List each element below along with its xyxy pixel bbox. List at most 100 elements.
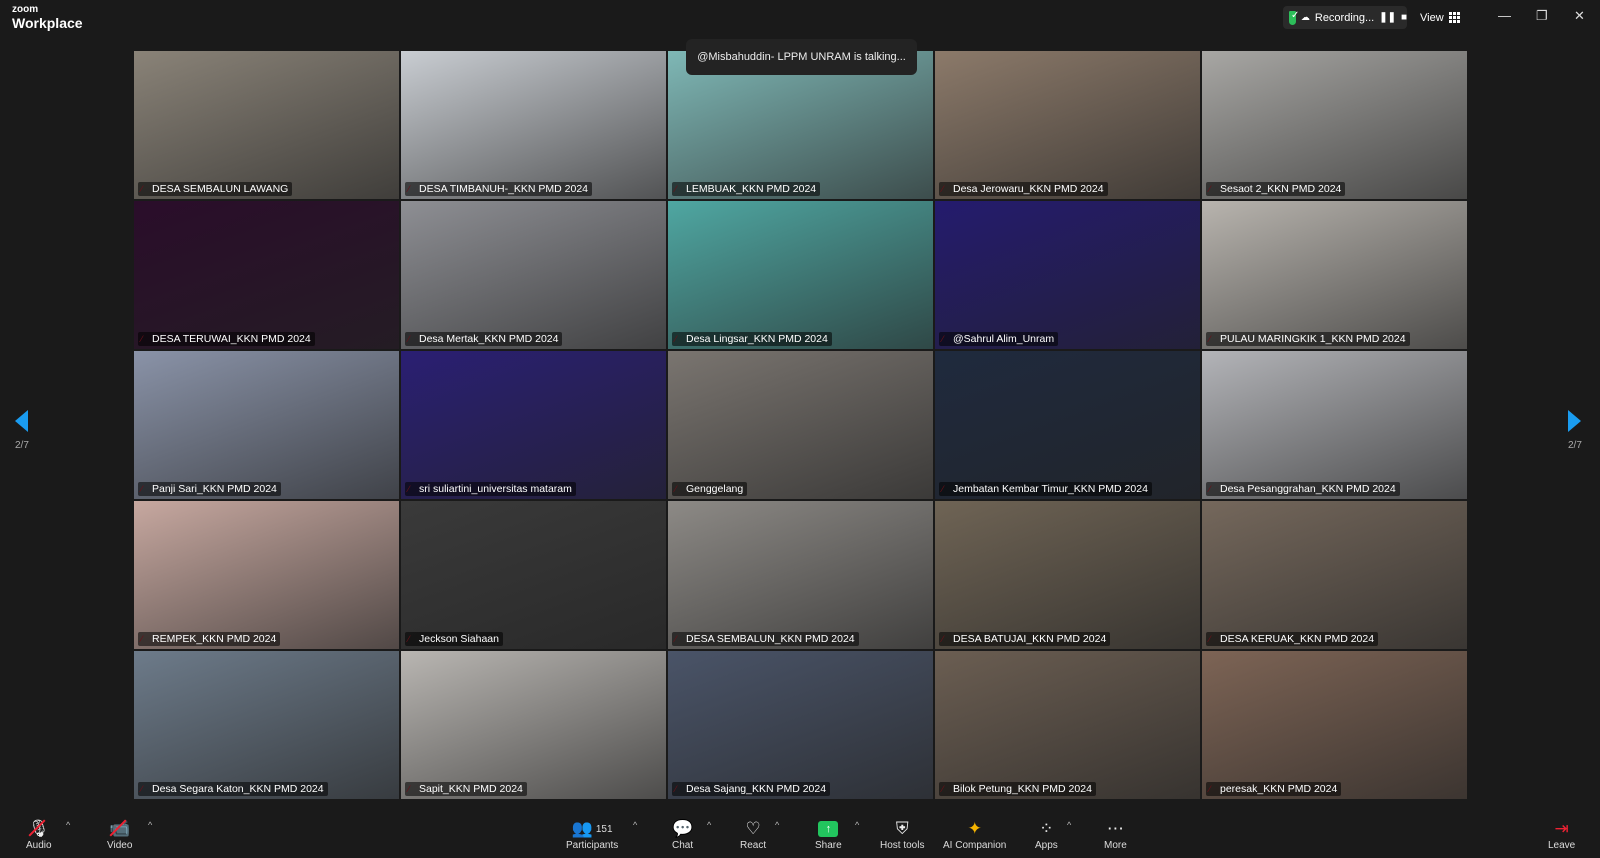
active-speaker-banner: @Misbahuddin- LPPM UNRAM is talking... [686, 39, 917, 75]
brand-name: Workplace [12, 15, 83, 31]
next-page-arrow-icon[interactable] [1568, 410, 1582, 432]
more-button[interactable]: ⋯ More [1104, 818, 1127, 851]
host-tools-button[interactable]: ⛨ Host tools [880, 818, 924, 851]
apps-label: Apps [1035, 840, 1058, 851]
encryption-shield-icon [1289, 10, 1299, 25]
participant-name: PULAU MARINGKIK 1_KKN PMD 2024 [1206, 332, 1410, 346]
share-screen-icon: ↑ [818, 821, 839, 837]
cloud-record-icon: ☁ [1300, 12, 1310, 22]
audio-button[interactable]: 🎙 Audio [26, 818, 52, 851]
participant-tile[interactable]: ⁄Panji Sari_KKN PMD 2024 [133, 350, 400, 500]
video-label: Video [107, 840, 133, 851]
participant-name: LEMBUAK_KKN PMD 2024 [672, 182, 821, 196]
participant-tile[interactable]: ⁄Desa Segara Katon_KKN PMD 2024 [133, 650, 400, 800]
view-label: View [1420, 11, 1444, 24]
next-page[interactable]: 2/7 [1568, 410, 1582, 451]
participants-label: Participants [566, 840, 619, 851]
participant-tile[interactable]: ⁄Sesaot 2_KKN PMD 2024 [1201, 50, 1468, 200]
participant-tile[interactable]: ⁄DESA TERUWAI_KKN PMD 2024 [133, 200, 400, 350]
participant-tile[interactable]: ⁄DESA BATUJAI_KKN PMD 2024 [934, 500, 1201, 650]
leave-label: Leave [1548, 840, 1576, 851]
participant-tile[interactable]: ⁄Jeckson Siahaan [400, 500, 667, 650]
prev-page-arrow-icon[interactable] [15, 410, 29, 432]
recording-label: Recording... [1314, 11, 1375, 24]
participant-tile[interactable]: ⁄Genggelang [667, 350, 934, 500]
participant-tile[interactable]: ⁄Desa Jerowaru_KKN PMD 2024 [934, 50, 1201, 200]
participant-tile[interactable]: ⁄Desa Mertak_KKN PMD 2024 [400, 200, 667, 350]
prev-page[interactable]: 2/7 [15, 410, 29, 451]
grid-view-icon [1448, 12, 1460, 23]
participant-name: sri suliartini_universitas mataram [405, 482, 576, 496]
participant-tile[interactable]: ⁄Desa Lingsar_KKN PMD 2024 [667, 200, 934, 350]
participant-name: Desa Lingsar_KKN PMD 2024 [672, 332, 832, 346]
ai-companion-label: AI Companion [943, 840, 1007, 851]
react-button[interactable]: ♡ React [740, 818, 766, 851]
leave-button[interactable]: ⇥ Leave [1548, 818, 1575, 851]
share-button[interactable]: ↑ Share [815, 818, 842, 851]
pause-recording-icon[interactable]: ❚❚ [1379, 12, 1396, 23]
close-icon[interactable]: ✕ [1574, 8, 1585, 24]
chat-label: Chat [672, 840, 694, 851]
view-button[interactable]: View [1420, 6, 1466, 29]
heart-icon: ♡ [745, 819, 761, 838]
page-indicator-left: 2/7 [15, 440, 29, 451]
participant-tile[interactable]: ⁄peresak_KKN PMD 2024 [1201, 650, 1468, 800]
participant-tile[interactable]: ⁄DESA SEMBALUN LAWANG [133, 50, 400, 200]
apps-button[interactable]: ⁘ Apps [1035, 818, 1058, 851]
participant-tile[interactable]: ⁄DESA SEMBALUN_KKN PMD 2024 [667, 500, 934, 650]
participant-tile[interactable]: ⁄REMPEK_KKN PMD 2024 [133, 500, 400, 650]
zoom-logo: zoom Workplace [12, 4, 83, 31]
participant-tile[interactable]: ⁄Desa Pesanggrahan_KKN PMD 2024 [1201, 350, 1468, 500]
audio-options-chevron-icon[interactable]: ^ [66, 820, 70, 830]
participant-tile[interactable]: ⁄Desa Sajang_KKN PMD 2024 [667, 650, 934, 800]
participant-name: DESA KERUAK_KKN PMD 2024 [1206, 632, 1379, 646]
chat-button[interactable]: 💬 Chat [672, 818, 693, 851]
share-options-chevron-icon[interactable]: ^ [855, 820, 859, 830]
participant-name: Jeckson Siahaan [405, 632, 503, 646]
participant-tile[interactable]: ⁄DESA TIMBANUH-_KKN PMD 2024 [400, 50, 667, 200]
participant-name: Desa Sajang_KKN PMD 2024 [672, 782, 831, 796]
page-indicator-right: 2/7 [1568, 440, 1582, 451]
participant-name: Jembatan Kembar Timur_KKN PMD 2024 [939, 482, 1152, 496]
participant-tile[interactable]: ⁄sri suliartini_universitas mataram [400, 350, 667, 500]
participants-button[interactable]: 👥 151 Participants [566, 818, 618, 851]
participant-name: Panji Sari_KKN PMD 2024 [138, 482, 281, 496]
participant-name: Desa Segara Katon_KKN PMD 2024 [138, 782, 328, 796]
restore-icon[interactable]: ❐ [1536, 8, 1548, 24]
recording-indicator[interactable]: ☁ Recording... ❚❚ ■ [1283, 6, 1407, 29]
chat-options-chevron-icon[interactable]: ^ [707, 820, 711, 830]
brand-small: zoom [12, 4, 39, 15]
microphone-muted-icon: 🎙 [27, 819, 50, 838]
video-options-chevron-icon[interactable]: ^ [148, 820, 152, 830]
participant-tile[interactable]: ⁄Sapit_KKN PMD 2024 [400, 650, 667, 800]
participant-tile[interactable]: ⁄Bilok Petung_KKN PMD 2024 [934, 650, 1201, 800]
leave-door-icon: ⇥ [1554, 819, 1569, 838]
video-gallery: ⁄DESA SEMBALUN LAWANG⁄DESA TIMBANUH-_KKN… [133, 50, 1468, 800]
video-button[interactable]: 📹 Video [107, 818, 132, 851]
chat-icon: 💬 [672, 819, 694, 838]
participants-icon: 👥 151 [571, 819, 613, 838]
participant-tile[interactable]: ⁄PULAU MARINGKIK 1_KKN PMD 2024 [1201, 200, 1468, 350]
minimize-icon[interactable]: — [1498, 8, 1511, 23]
participant-name: DESA TIMBANUH-_KKN PMD 2024 [405, 182, 593, 196]
react-label: React [740, 840, 767, 851]
participant-name: Desa Jerowaru_KKN PMD 2024 [939, 182, 1108, 196]
apps-options-chevron-icon[interactable]: ^ [1067, 820, 1071, 830]
participants-options-chevron-icon[interactable]: ^ [633, 820, 637, 830]
participant-tile[interactable]: ⁄DESA KERUAK_KKN PMD 2024 [1201, 500, 1468, 650]
more-label: More [1104, 840, 1127, 851]
camera-off-icon: 📹 [109, 819, 131, 838]
apps-icon: ⁘ [1039, 819, 1054, 838]
participants-count: 151 [595, 823, 613, 835]
participant-name: Sapit_KKN PMD 2024 [405, 782, 527, 796]
participant-name: DESA BATUJAI_KKN PMD 2024 [939, 632, 1111, 646]
stop-recording-icon[interactable]: ■ [1401, 12, 1407, 23]
host-tools-label: Host tools [880, 840, 925, 851]
ai-companion-button[interactable]: ✦ AI Companion [943, 818, 1006, 851]
shield-icon: ⛨ [895, 819, 909, 838]
participant-name: Genggelang [672, 482, 748, 496]
participant-name: Bilok Petung_KKN PMD 2024 [939, 782, 1096, 796]
participant-tile[interactable]: ⁄Jembatan Kembar Timur_KKN PMD 2024 [934, 350, 1201, 500]
react-options-chevron-icon[interactable]: ^ [775, 820, 779, 830]
participant-tile[interactable]: ⁄@Sahrul Alim_Unram [934, 200, 1201, 350]
